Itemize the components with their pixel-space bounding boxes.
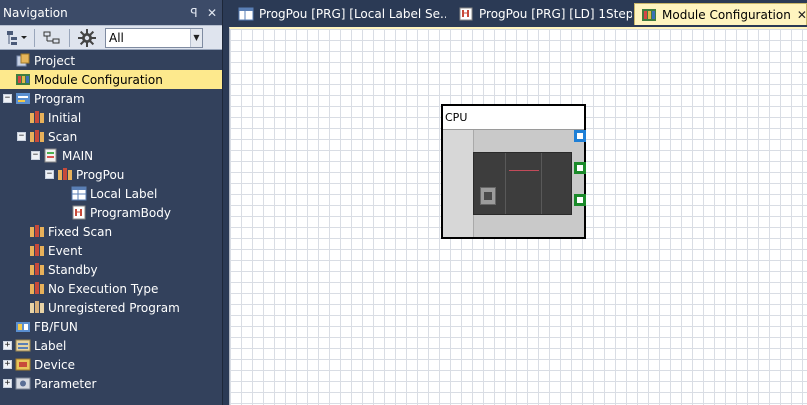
tree-item-label: Scan — [48, 129, 78, 144]
pou-icon — [57, 167, 73, 182]
ethernet-port-icon — [480, 187, 496, 205]
tree-item-main[interactable]: − MAIN — [0, 146, 222, 165]
tree-item-local-label[interactable]: Local Label — [0, 184, 222, 203]
toolbar-separator — [69, 28, 70, 47]
tree-item-project[interactable]: Project — [0, 51, 222, 70]
program-type-icon — [29, 262, 45, 277]
tree-item-event[interactable]: Event — [0, 241, 222, 260]
program-type-icon — [29, 281, 45, 296]
filter-dropdown[interactable]: All ▼ — [105, 27, 203, 48]
tree-item-fb-fun[interactable]: FB/FUN — [0, 317, 222, 336]
tree-item-label[interactable]: + Label — [0, 336, 222, 355]
tree-item-label: Local Label — [90, 186, 158, 201]
label-folder-icon — [15, 338, 31, 353]
module-body — [443, 130, 584, 237]
program-type-icon — [29, 243, 45, 258]
tree-item-scan[interactable]: − Scan — [0, 127, 222, 146]
tree-item-label: Module Configuration — [34, 72, 163, 87]
tree-item-parameter[interactable]: + Parameter — [0, 374, 222, 393]
pin-icon[interactable]: ꟼ — [186, 6, 202, 20]
tree-item-label: Standby — [48, 262, 98, 277]
tree-item-device[interactable]: + Device — [0, 355, 222, 374]
collapse-icon[interactable]: − — [3, 94, 12, 103]
device-folder-icon — [15, 357, 31, 372]
connector-handle-green[interactable] — [574, 194, 586, 206]
navigation-toolbar: All ▼ — [0, 25, 222, 50]
tree-item-label: ProgPou — [76, 167, 125, 182]
tree-item-label: No Execution Type — [48, 281, 159, 296]
tab-module-configuration[interactable]: Module Configuration ✕ — [634, 3, 807, 25]
local-label-icon — [238, 7, 254, 21]
collapse-icon[interactable]: − — [31, 151, 40, 160]
tree-item-standby[interactable]: Standby — [0, 260, 222, 279]
tree-item-label: Project — [34, 53, 76, 68]
program-type-icon — [29, 129, 45, 144]
collapse-icon[interactable]: − — [45, 170, 54, 179]
navigation-title: Navigation — [3, 5, 68, 20]
expand-icon[interactable]: + — [3, 360, 12, 369]
module-configuration-canvas[interactable]: CPU — [229, 27, 807, 405]
tree-item-label: Parameter — [34, 376, 97, 391]
program-folder-icon — [15, 91, 31, 106]
tree-item-unregistered-program[interactable]: Unregistered Program — [0, 298, 222, 317]
program-type-icon — [29, 224, 45, 239]
tab-label: ProgPou [PRG] [Local Label Se... — [259, 7, 446, 21]
tree-item-program[interactable]: − Program — [0, 89, 222, 108]
tree-item-label: MAIN — [62, 148, 94, 163]
module-configuration-icon — [15, 72, 31, 87]
gear-icon[interactable] — [74, 28, 100, 48]
tree-item-label: Label — [34, 338, 67, 353]
project-tree: Project Module Configuration − Program I… — [0, 51, 222, 393]
tree-item-fixed-scan[interactable]: Fixed Scan — [0, 222, 222, 241]
cpu-unit-image — [473, 152, 572, 215]
document-tab-bar: ProgPou [PRG] [Local Label Se... ProgPou… — [224, 0, 807, 27]
tree-item-label: Program — [34, 91, 85, 106]
tab-label: Module Configuration — [662, 7, 791, 22]
chevron-down-icon[interactable]: ▼ — [190, 28, 202, 47]
tree-item-module-configuration[interactable]: Module Configuration — [0, 70, 222, 89]
toolbar-separator — [34, 28, 35, 47]
tab-label: ProgPou [PRG] [LD] 1Step — [479, 7, 632, 21]
unregistered-program-icon — [29, 300, 45, 315]
sort-icon[interactable] — [39, 28, 65, 48]
parameter-folder-icon — [15, 376, 31, 391]
connector-handle-blue[interactable] — [574, 130, 586, 142]
module-caption: CPU — [443, 106, 584, 130]
tree-item-label: Event — [48, 243, 83, 258]
collapse-icon[interactable]: − — [17, 132, 26, 141]
program-body-icon — [71, 205, 87, 220]
navigation-panel: Navigation ꟼ ✕ All ▼ Project Module Conf… — [0, 0, 223, 405]
tree-view-icon[interactable] — [4, 28, 30, 48]
close-tab-icon[interactable]: ✕ — [797, 8, 806, 22]
tree-item-label: Fixed Scan — [48, 224, 113, 239]
project-icon — [15, 53, 31, 68]
module-configuration-icon — [641, 8, 657, 22]
tree-item-no-execution-type[interactable]: No Execution Type — [0, 279, 222, 298]
program-type-icon — [29, 110, 45, 125]
expand-icon[interactable]: + — [3, 379, 12, 388]
expand-icon[interactable]: + — [3, 341, 12, 350]
program-body-icon — [458, 7, 474, 21]
tab-ld-program[interactable]: ProgPou [PRG] [LD] 1Step — [452, 3, 632, 25]
tree-item-initial[interactable]: Initial — [0, 108, 222, 127]
local-label-icon — [71, 186, 87, 201]
program-file-icon — [43, 148, 59, 163]
tree-item-label: FB/FUN — [34, 319, 78, 334]
navigation-header: Navigation ꟼ ✕ — [0, 0, 222, 25]
tree-item-label: Initial — [48, 110, 82, 125]
tree-item-label: Device — [34, 357, 76, 372]
tree-item-label: Unregistered Program — [48, 300, 180, 315]
connector-handle-green[interactable] — [574, 162, 586, 174]
tree-item-label: ProgramBody — [90, 205, 171, 220]
power-slot — [443, 130, 474, 237]
tree-item-programbody[interactable]: ProgramBody — [0, 203, 222, 222]
cpu-module[interactable]: CPU — [441, 104, 586, 239]
function-block-icon — [15, 319, 31, 334]
tree-item-progpou[interactable]: − ProgPou — [0, 165, 222, 184]
close-panel-button[interactable]: ✕ — [204, 6, 220, 20]
tab-local-label[interactable]: ProgPou [PRG] [Local Label Se... — [232, 3, 446, 25]
filter-value: All — [109, 30, 124, 45]
